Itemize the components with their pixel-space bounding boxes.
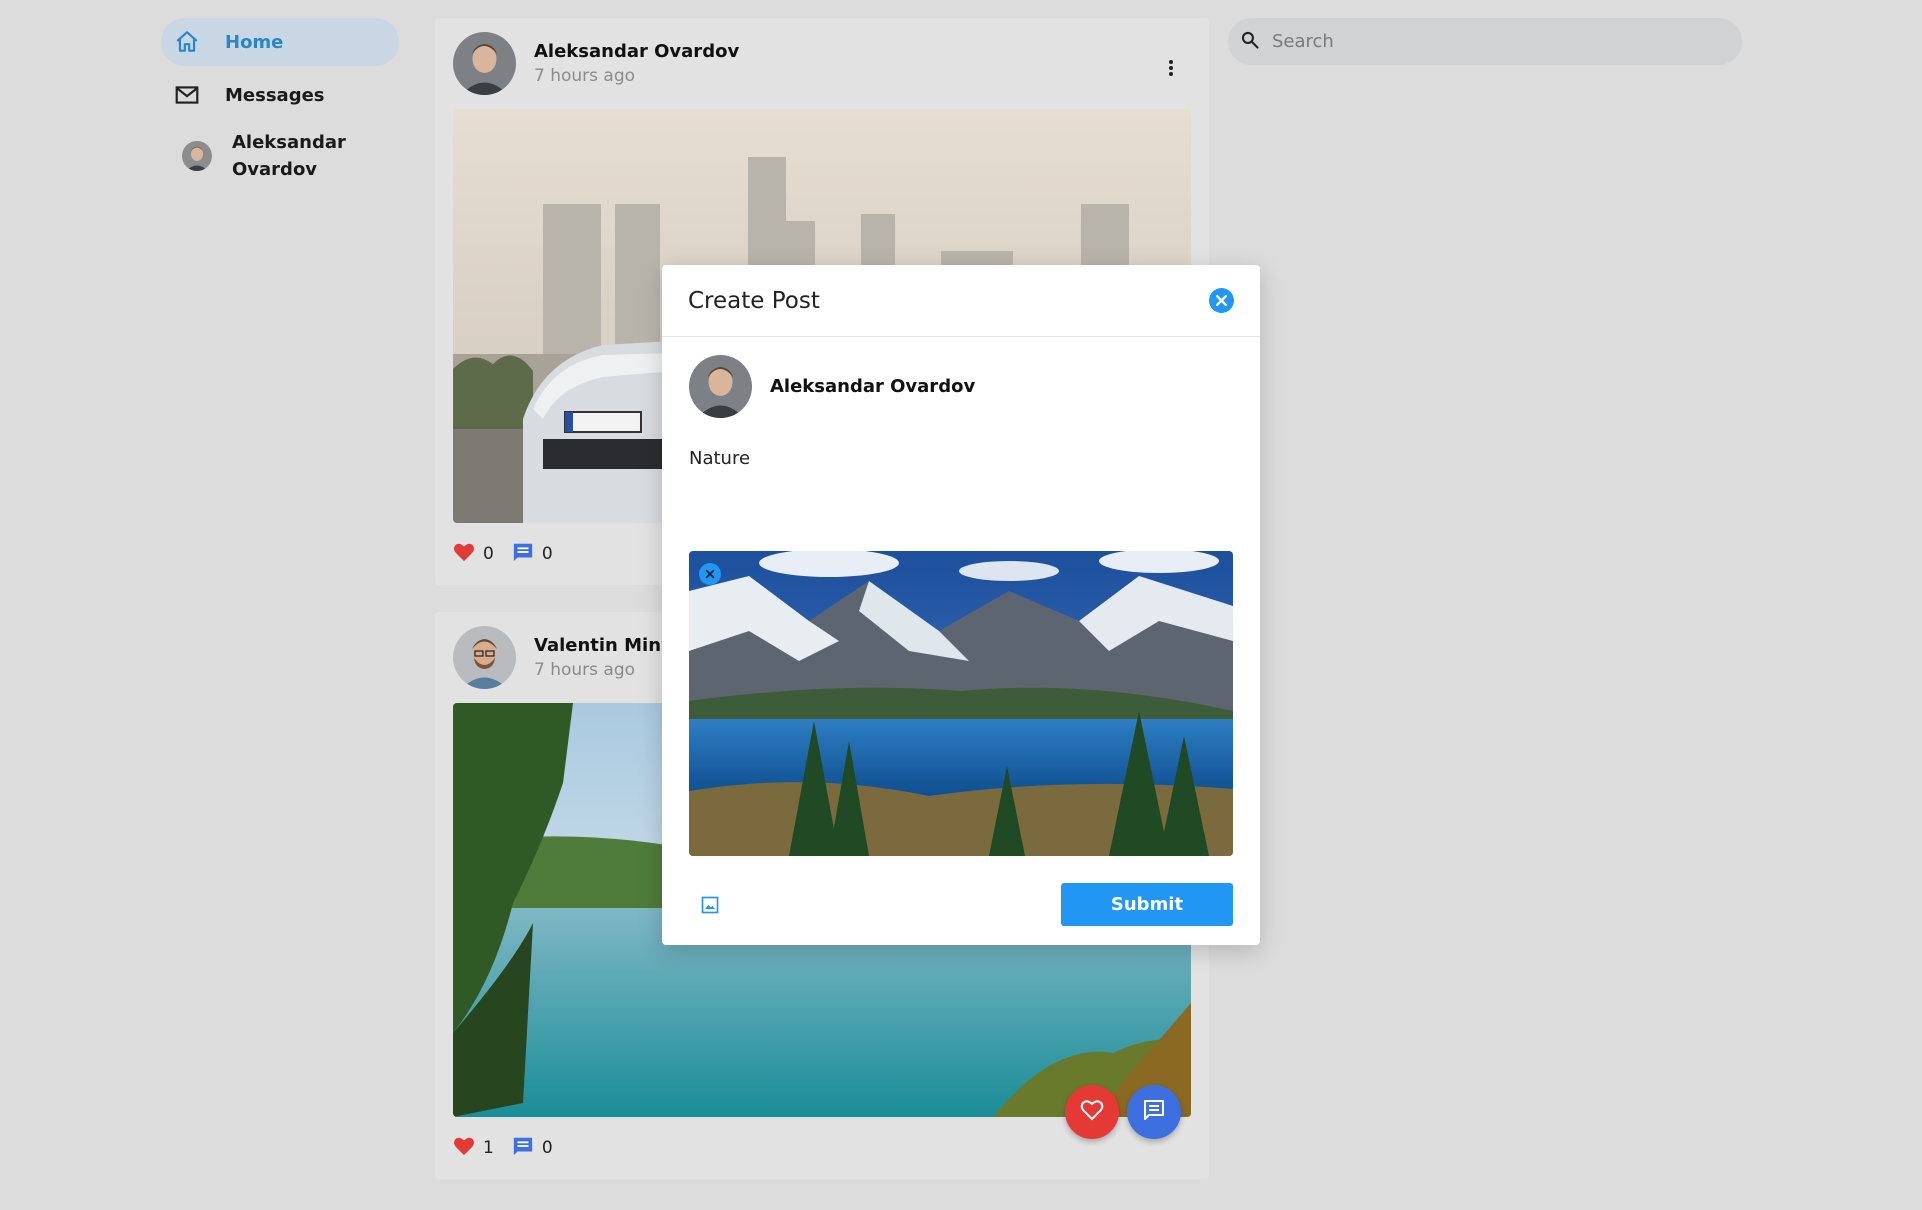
like-count: 1: [483, 1138, 494, 1158]
submit-button[interactable]: Submit: [1061, 883, 1233, 926]
heart-outline-icon: [1080, 1099, 1104, 1125]
home-icon: [173, 28, 201, 56]
sidebar-item-home[interactable]: Home: [161, 18, 399, 66]
more-options-icon[interactable]: [1163, 56, 1179, 80]
sidebar-item-label: Aleksandar Ovardov: [232, 132, 346, 180]
create-post-dialog: Create Post Aleksandar Ovardov Nature Su…: [662, 265, 1260, 945]
search-icon: [1240, 30, 1260, 54]
avatar[interactable]: [453, 32, 516, 95]
post-time: 7 hours ago: [534, 660, 636, 680]
sidebar-item-label: Home: [225, 31, 284, 53]
dialog-header: Create Post: [662, 265, 1260, 337]
comment-count: 0: [541, 1138, 553, 1158]
image-upload-icon[interactable]: [698, 893, 722, 917]
sidebar-item-profile[interactable]: Aleksandar Ovardov: [161, 124, 399, 188]
dialog-author: Aleksandar Ovardov: [770, 376, 976, 397]
close-icon[interactable]: [1209, 288, 1234, 313]
comment-icon: [512, 1135, 534, 1161]
like-fab-button[interactable]: [1065, 1085, 1119, 1139]
comment-fab-button[interactable]: [1127, 1085, 1181, 1139]
heart-icon: [453, 542, 475, 566]
post-author[interactable]: Valentin Mink: [534, 635, 673, 656]
post-header: Aleksandar Ovardov 7 hours ago: [453, 18, 1191, 109]
avatar: [182, 141, 212, 171]
like-count: 0: [483, 544, 494, 564]
sidebar-item-messages[interactable]: Messages: [161, 71, 399, 119]
comment-button[interactable]: 0: [512, 1135, 553, 1161]
comment-icon: [512, 541, 534, 567]
avatar[interactable]: [453, 626, 516, 689]
search-bar: [1228, 18, 1742, 65]
remove-image-icon[interactable]: [699, 563, 721, 585]
comment-icon: [1142, 1098, 1166, 1126]
like-button[interactable]: 0: [453, 542, 494, 566]
heart-icon: [453, 1136, 475, 1160]
mail-icon: [173, 81, 201, 109]
sidebar: Home Messages Aleksandar Ovardov: [161, 18, 399, 193]
post-text-input[interactable]: [689, 448, 1233, 528]
post-author[interactable]: Aleksandar Ovardov: [534, 41, 739, 62]
like-button[interactable]: 1: [453, 1136, 494, 1160]
sidebar-item-label: Messages: [225, 84, 325, 106]
comment-button[interactable]: 0: [512, 541, 553, 567]
image-preview: [689, 551, 1233, 856]
avatar: [689, 355, 752, 418]
comment-count: 0: [541, 544, 553, 564]
dialog-user: Aleksandar Ovardov: [662, 337, 1260, 418]
dialog-title: Create Post: [688, 287, 820, 314]
post-time: 7 hours ago: [534, 66, 636, 86]
search-input[interactable]: [1272, 31, 1712, 52]
